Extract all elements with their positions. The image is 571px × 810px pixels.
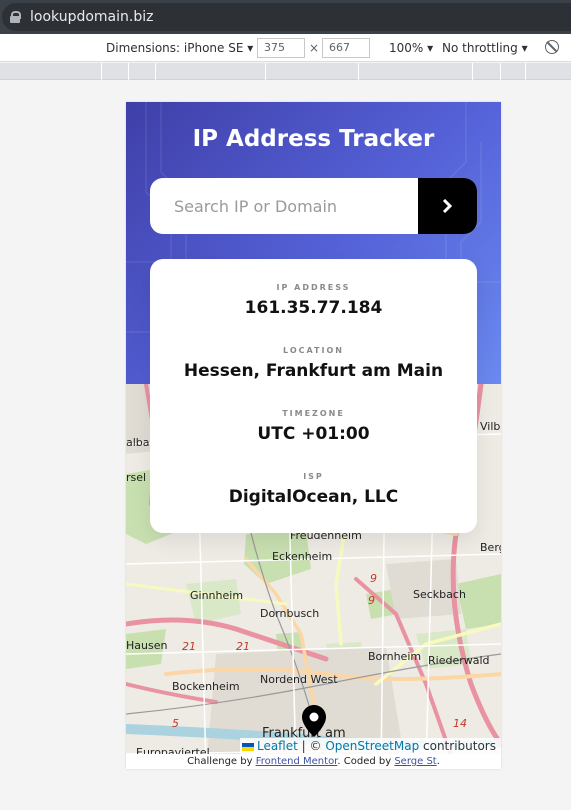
timezone-value: UTC +01:00 [257, 424, 370, 444]
height-input[interactable]: 667 [322, 38, 370, 58]
info-label: LOCATION [283, 346, 344, 355]
info-label: ISP [303, 472, 324, 481]
road-number: 9 [370, 572, 377, 585]
info-location: LOCATION Hessen, Frankfurt am Main [150, 346, 477, 381]
throttling-label: No throttling [442, 41, 518, 55]
device-label: Dimensions: iPhone SE [106, 41, 244, 55]
chevron-down-icon: ▾ [427, 41, 434, 55]
search-submit-button[interactable] [418, 178, 477, 234]
map-attribution: Leaflet | © OpenStreetMap contributors [239, 738, 501, 754]
ruler-tick [155, 63, 156, 80]
url-field[interactable]: lookupdomain.biz [2, 3, 571, 31]
road-number: 9 [368, 594, 375, 607]
device-toolbar: Dimensions: iPhone SE ▾ 375 × 667 100% ▾… [0, 34, 571, 62]
map-label: Ginnheim [190, 589, 244, 602]
browser-address-bar: lookupdomain.biz [0, 0, 571, 34]
page-footer: Challenge by Frontend Mentor. Coded by S… [126, 754, 501, 769]
map-label: Vilb [480, 420, 501, 433]
search-form [150, 178, 477, 234]
ip-address-value: 161.35.77.184 [244, 298, 383, 318]
leaflet-link[interactable]: Leaflet [257, 739, 298, 753]
info-label: TIMEZONE [282, 409, 345, 418]
info-label: IP ADDRESS [276, 283, 351, 292]
map-label: Seckbach [413, 588, 466, 601]
location-value: Hessen, Frankfurt am Main [183, 361, 444, 381]
device-select[interactable]: Dimensions: iPhone SE ▾ [106, 41, 253, 55]
width-input[interactable]: 375 [257, 38, 305, 58]
road-number: 21 [182, 640, 196, 653]
author-link[interactable]: Serge St [394, 756, 436, 767]
info-card: IP ADDRESS 161.35.77.184 LOCATION Hessen… [150, 259, 477, 533]
ruler-tick [265, 63, 266, 80]
info-timezone: TIMEZONE UTC +01:00 [150, 409, 477, 444]
ruler-tick [525, 63, 526, 80]
chevron-down-icon: ▾ [247, 41, 254, 55]
isp-value: DigitalOcean, LLC [228, 487, 399, 507]
search-input[interactable] [150, 178, 418, 234]
location-pin-icon[interactable] [302, 705, 326, 737]
attribution-contributors: contributors [423, 739, 496, 753]
page-title: IP Address Tracker [192, 126, 435, 152]
ruler-tick [500, 63, 501, 80]
footer-prefix: Challenge by [187, 756, 253, 767]
ukraine-flag-icon [241, 742, 254, 751]
zoom-label: 100% [389, 41, 424, 55]
road-number: 21 [236, 640, 250, 653]
footer-suffix: . [436, 756, 440, 767]
map-label: Bockenheim [172, 680, 240, 693]
lock-icon [10, 11, 21, 23]
map-label: rsel [126, 471, 147, 484]
frontend-mentor-link[interactable]: Frontend Mentor [256, 756, 338, 767]
device-viewport: IP Address Tracker Search IP or Domain F… [126, 102, 501, 769]
ruler-tick [128, 63, 129, 80]
ruler-tick [472, 63, 473, 80]
url-text: lookupdomain.biz [30, 9, 154, 25]
map-label: Berg [480, 541, 501, 554]
zoom-select[interactable]: 100% ▾ [389, 41, 433, 55]
map-label: Bornheim [368, 650, 422, 663]
ruler-tick [101, 63, 102, 80]
chevron-down-icon: ▾ [521, 41, 528, 55]
footer-middle: . Coded by [337, 756, 392, 767]
rotate-icon[interactable] [545, 40, 559, 54]
throttling-select[interactable]: No throttling ▾ [442, 41, 528, 55]
info-ip: IP ADDRESS 161.35.77.184 [150, 283, 477, 318]
times-sign: × [309, 41, 320, 55]
map-label: Eckenheim [272, 550, 333, 563]
map-label: Riederwald [428, 654, 490, 667]
media-query-ruler [0, 63, 571, 80]
info-isp: ISP DigitalOcean, LLC [150, 472, 477, 507]
chevron-right-icon [442, 199, 453, 213]
ruler-tick [358, 63, 359, 80]
road-number: 14 [453, 717, 467, 730]
attribution-separator: | © [301, 739, 322, 753]
map-label: Nordend West [260, 673, 338, 686]
map-label: Dornbusch [260, 607, 320, 620]
map-label: Hausen [126, 639, 168, 652]
openstreetmap-link[interactable]: OpenStreetMap [325, 739, 419, 753]
road-number: 5 [172, 717, 179, 730]
